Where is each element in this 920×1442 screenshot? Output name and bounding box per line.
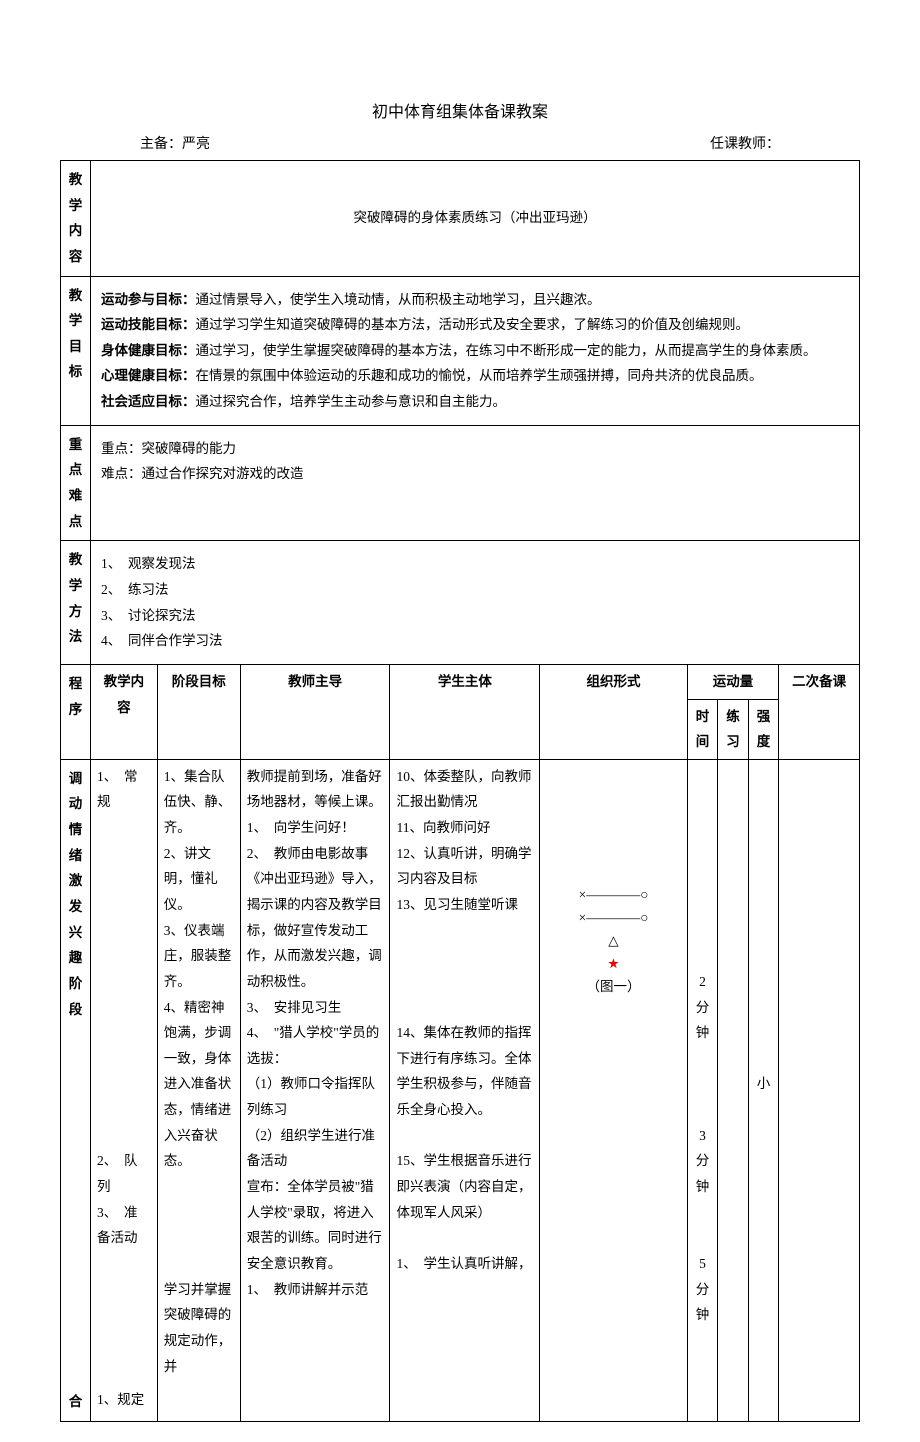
stage2-qiangdu [748, 1383, 779, 1421]
goal-text-0: 通过情景导入，使学生入境动情，从而积极主动地学习，且兴趣浓。 [195, 292, 600, 307]
head-lianxi: 练习 [718, 699, 749, 759]
org-diagram: ×————○ ×————○ △ ★ （图一） [546, 764, 680, 999]
label-goals: 教学目标 [61, 276, 91, 425]
stage2-orgform [540, 1383, 687, 1421]
stage1-lianxi [718, 759, 749, 1383]
value-content: 突破障碍的身体素质练习（冲出亚玛逊） [90, 160, 859, 276]
goal-text-4: 通过探究合作，培养学生主动参与意识和自主能力。 [195, 394, 506, 409]
stage2-teacherlead [240, 1383, 390, 1421]
method-1: 2、 练习法 [101, 577, 849, 603]
head-teachcontent: 教学内容 [90, 664, 157, 759]
goal-label-4: 社会适应目标： [101, 394, 196, 409]
label-methods: 教学方法 [61, 541, 91, 665]
page-title: 初中体育组集体备课教案 [60, 100, 860, 126]
stage2-studentbody [390, 1383, 540, 1421]
org-line2: ×————○ [546, 907, 680, 930]
stage1-second [779, 759, 860, 1383]
stage2-teachcontent: 1、规定 [90, 1383, 157, 1421]
value-goals: 运动参与目标：通过情景导入，使学生入境动情，从而积极主动地学习，且兴趣浓。 运动… [90, 276, 859, 425]
stage1-stagegoal: 1、集合队伍快、静、齐。 2、讲文明，懂礼仪。 3、仪表端庄，服装整齐。 4、精… [157, 759, 240, 1383]
head-teacherlead: 教师主导 [240, 664, 390, 759]
org-line1: ×————○ [546, 884, 680, 907]
goal-label-1: 运动技能目标： [101, 317, 196, 332]
table-row-stage2: 合 1、规定 [61, 1383, 860, 1421]
value-keypoints: 重点：突破障碍的能力 难点：通过合作探究对游戏的改造 [90, 425, 859, 541]
row-keypoints: 重点难点 重点：突破障碍的能力 难点：通过合作探究对游戏的改造 [61, 425, 860, 541]
goal-label-3: 心理健康目标： [101, 368, 196, 383]
table-row-stage1: 调动情绪激发兴趣阶段 1、 常规 2、 队列 3、 准备活动 1、集合队伍快、静… [61, 759, 860, 1383]
org-caption: （图一） [546, 976, 680, 999]
keypoint-2: 难点：通过合作探究对游戏的改造 [101, 461, 849, 487]
stage2-lianxi [718, 1383, 749, 1421]
method-2: 3、 讨论探究法 [101, 603, 849, 629]
stage1-orgform: ×————○ ×————○ △ ★ （图一） [540, 759, 687, 1383]
preparer-name: 严亮 [182, 137, 210, 152]
method-0: 1、 观察发现法 [101, 551, 849, 577]
stage1-time: 2分钟 3分钟 5分钟 [687, 759, 718, 1383]
head-second: 二次备课 [779, 664, 860, 759]
head-stagegoal: 阶段目标 [157, 664, 240, 759]
head-seq: 程序 [61, 664, 91, 759]
stage1-teachcontent: 1、 常规 2、 队列 3、 准备活动 [90, 759, 157, 1383]
stage2-second [779, 1383, 860, 1421]
row-methods: 教学方法 1、 观察发现法 2、 练习法 3、 讨论探究法 4、 同伴合作学习法 [61, 541, 860, 665]
stage1-seq: 调动情绪激发兴趣阶段 [61, 759, 91, 1383]
row-content: 教学内容 突破障碍的身体素质练习（冲出亚玛逊） [61, 160, 860, 276]
label-content: 教学内容 [61, 160, 91, 276]
preparer: 主备：严亮 [140, 134, 210, 156]
lesson-table: 教学内容 突破障碍的身体素质练习（冲出亚玛逊） 教学目标 运动参与目标：通过情景… [60, 160, 860, 1422]
row-goals: 教学目标 运动参与目标：通过情景导入，使学生入境动情，从而积极主动地学习，且兴趣… [61, 276, 860, 425]
stage2-seq: 合 [61, 1383, 91, 1421]
table-header-row1: 程序 教学内容 阶段目标 教师主导 学生主体 组织形式 运动量 二次备课 [61, 664, 860, 699]
stage2-time [687, 1383, 718, 1421]
triangle-icon: △ [546, 930, 680, 953]
goal-label-2: 身体健康目标： [101, 343, 196, 358]
stage2-stagegoal [157, 1383, 240, 1421]
header-line: 主备：严亮 任课教师： [60, 134, 860, 160]
stage1-studentbody: 10、体委整队，向教师汇报出勤情况 11、向教师问好 12、认真听讲，明确学习内… [390, 759, 540, 1383]
stage1-teacherlead: 教师提前到场，准备好场地器材，等候上课。 1、 向学生问好！ 2、 教师由电影故… [240, 759, 390, 1383]
goal-text-3: 在情景的氛围中体验运动的乐趣和成功的愉悦，从而培养学生顽强拼搏，同舟共济的优良品… [195, 368, 762, 383]
keypoint-1: 重点：突破障碍的能力 [101, 436, 849, 462]
goal-label-0: 运动参与目标： [101, 292, 196, 307]
head-exercise: 运动量 [687, 664, 779, 699]
goal-text-2: 通过学习，使学生掌握突破障碍的基本方法，在练习中不断形成一定的能力，从而提高学生… [195, 343, 816, 358]
teacher-label: 任课教师： [710, 134, 780, 156]
label-keypoints: 重点难点 [61, 425, 91, 541]
value-methods: 1、 观察发现法 2、 练习法 3、 讨论探究法 4、 同伴合作学习法 [90, 541, 859, 665]
head-time: 时间 [687, 699, 718, 759]
preparer-label: 主备： [140, 137, 182, 152]
stage1-qiangdu: 小 [748, 759, 779, 1383]
head-qiangdu: 强度 [748, 699, 779, 759]
method-3: 4、 同伴合作学习法 [101, 628, 849, 654]
star-icon: ★ [546, 953, 680, 976]
head-studentbody: 学生主体 [390, 664, 540, 759]
head-orgform: 组织形式 [540, 664, 687, 759]
goal-text-1: 通过学习学生知道突破障碍的基本方法，活动形式及安全要求，了解练习的价值及创编规则… [195, 317, 749, 332]
